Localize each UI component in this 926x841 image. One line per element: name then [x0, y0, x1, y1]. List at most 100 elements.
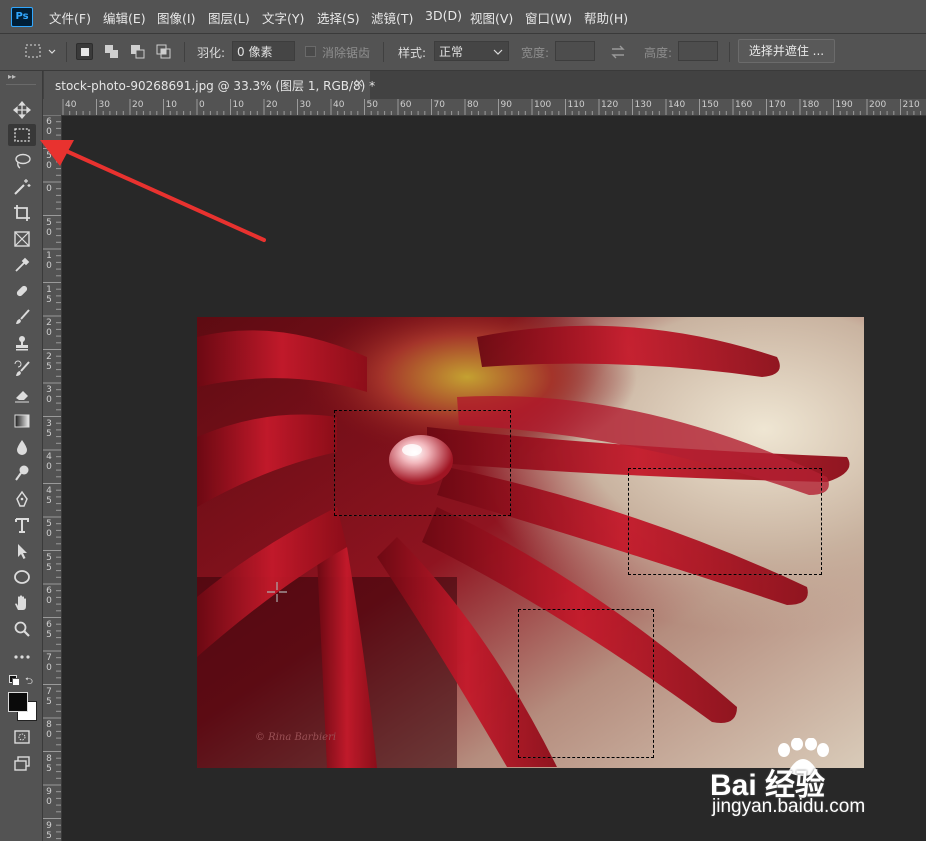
chevron-down-icon	[493, 49, 503, 55]
close-icon[interactable]: ×	[354, 76, 364, 90]
type-icon	[15, 518, 29, 533]
add-to-selection-button[interactable]	[103, 43, 120, 60]
ruler-label: 30	[98, 100, 110, 110]
menu-item[interactable]: 文件(F)	[49, 8, 91, 27]
new-selection-button[interactable]	[76, 43, 93, 60]
rectangular-marquee-tool[interactable]	[8, 124, 36, 146]
intersect-selection-button[interactable]	[155, 43, 172, 60]
ruler-label: 80	[467, 100, 479, 110]
gradient-tool[interactable]	[8, 410, 36, 432]
height-input[interactable]	[678, 41, 718, 61]
ruler-label: 20	[266, 100, 278, 110]
move-tool[interactable]	[8, 99, 36, 121]
menu-item[interactable]: 视图(V)	[470, 8, 513, 27]
ruler-label: 5 0	[46, 519, 52, 539]
ruler-label: 8 5	[46, 753, 52, 774]
path-selection-tool[interactable]	[8, 540, 36, 562]
eraser-tool[interactable]	[8, 384, 36, 406]
magic-wand-tool[interactable]	[8, 176, 36, 198]
menu-item[interactable]: 图像(I)	[157, 8, 195, 27]
zoom-tool[interactable]	[8, 618, 36, 640]
menu-item[interactable]: 选择(S)	[317, 8, 360, 27]
lasso-tool[interactable]	[8, 150, 36, 172]
ruler-label: 2 5	[46, 351, 52, 372]
selection-marquee-2[interactable]	[628, 468, 822, 575]
width-input[interactable]	[555, 41, 595, 61]
swap-colors-icon[interactable]: ⮌	[25, 674, 33, 691]
ruler-label: 10	[165, 100, 177, 110]
ruler-label: 4 5	[46, 485, 52, 506]
clone-stamp-tool[interactable]	[8, 332, 36, 354]
dodge-tool[interactable]	[8, 462, 36, 484]
panel-collapse-icon[interactable]: ▸▸	[8, 72, 16, 81]
ruler-label: 9 5	[46, 820, 52, 841]
ruler-label: 9 0	[46, 787, 52, 807]
width-label: 宽度:	[521, 46, 550, 60]
crosshair-cursor-icon	[267, 582, 287, 602]
screen-mode-icon	[14, 756, 30, 771]
menu-item[interactable]: 窗口(W)	[525, 8, 572, 27]
tool-preset-picker[interactable]	[20, 41, 60, 63]
horizontal-ruler-ticks	[62, 99, 922, 115]
style-select[interactable]: 正常	[434, 41, 509, 61]
ruler-label: 10	[232, 100, 244, 110]
ellipse-tool[interactable]	[8, 566, 36, 588]
swap-arrows-icon	[611, 45, 625, 59]
eyedropper-icon	[15, 257, 30, 272]
ruler-label: 90	[500, 100, 512, 110]
photo-credit: © Rina Barbieri	[255, 732, 336, 743]
default-colors-icon[interactable]	[9, 675, 20, 686]
hand-tool[interactable]	[8, 592, 36, 614]
ruler-origin[interactable]	[43, 99, 62, 116]
selection-marquee-3[interactable]	[518, 609, 654, 758]
ruler-label: 200	[869, 100, 887, 110]
menu-item[interactable]: 编辑(E)	[103, 8, 146, 27]
type-tool[interactable]	[8, 514, 36, 536]
ruler-label: 40	[65, 100, 77, 110]
blur-tool[interactable]	[8, 436, 36, 458]
more-dots-icon	[14, 655, 30, 659]
history-brush-tool[interactable]	[8, 358, 36, 380]
quick-mask-button[interactable]	[8, 726, 36, 748]
ruler-label: 110	[567, 100, 585, 110]
quick-mask-icon	[14, 730, 30, 744]
brush-tool[interactable]	[8, 306, 36, 328]
menu-item[interactable]: 3D(D)	[425, 8, 462, 23]
menu-bar: Ps 文件(F) 编辑(E) 图像(I) 图层(L) 文字(Y) 选择(S) 滤镜(T) 3D…	[0, 0, 926, 34]
subtract-from-selection-button[interactable]	[129, 43, 146, 60]
menu-item[interactable]: 帮助(H)	[584, 8, 628, 27]
edit-toolbar-button[interactable]	[8, 646, 36, 668]
feather-label: 羽化:	[197, 46, 226, 60]
healing-brush-tool[interactable]	[8, 280, 36, 302]
menu-item[interactable]: 滤镜(T)	[371, 8, 413, 27]
height-label: 高度:	[644, 46, 673, 60]
eraser-icon	[15, 391, 29, 403]
swap-width-height-button[interactable]	[609, 44, 627, 60]
pen-tool[interactable]	[8, 488, 36, 510]
select-and-mask-button[interactable]: 选择并遮住 ...	[738, 39, 835, 63]
ruler-label: 170	[768, 100, 786, 110]
horizontal-ruler[interactable]: 40 30 20 10 0 10 20 30 40 50 60 70 80 90 100 110 120 130 1…	[61, 99, 926, 116]
screen-mode-button[interactable]	[8, 753, 36, 775]
foreground-color-swatch[interactable]	[8, 692, 28, 712]
document-tab[interactable]: stock-photo-90268691.jpg @ 33.3% (图层 1, …	[44, 71, 375, 99]
document-image-red-flower[interactable]: © Rina Barbieri	[197, 317, 864, 768]
feather-input[interactable]: 0 像素	[232, 41, 295, 61]
brush-icon	[16, 309, 30, 324]
intersect-selection-icon	[156, 44, 171, 59]
water-drop-icon	[17, 440, 27, 455]
pen-icon	[16, 490, 28, 507]
ruler-label: 190	[835, 100, 853, 110]
menu-item[interactable]: 图层(L)	[208, 8, 250, 27]
menu-item[interactable]: 文字(Y)	[262, 8, 304, 27]
antialias-checkbox[interactable]	[305, 46, 316, 57]
crop-tool[interactable]	[8, 202, 36, 224]
ruler-label: 5 5	[46, 552, 52, 573]
frame-tool[interactable]	[8, 228, 36, 250]
eyedropper-tool[interactable]	[8, 254, 36, 276]
ruler-label: 70	[433, 100, 445, 110]
watermark-url: jingyan.baidu.com	[712, 796, 866, 817]
selection-marquee-1[interactable]	[334, 410, 511, 516]
style-label: 样式:	[398, 46, 427, 60]
rect-marquee-icon	[25, 44, 56, 58]
